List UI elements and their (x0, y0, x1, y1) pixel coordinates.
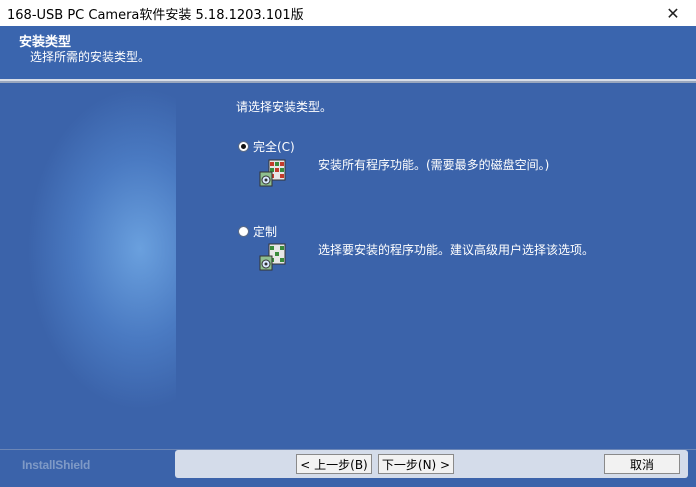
installshield-logo: InstallShield (22, 458, 91, 472)
page-header: 安装类型 选择所需的安装类型。 (0, 26, 696, 83)
option-complete[interactable]: 完全(C) (238, 138, 295, 155)
installer-window: 168-USB PC Camera软件安装 5.18.1203.101版 ✕ 安… (0, 0, 696, 487)
footer-bar: InstallShield < 上一步(B) 下一步(N) > 取消 (0, 442, 696, 487)
close-icon: ✕ (666, 3, 680, 23)
close-button[interactable]: ✕ (650, 0, 696, 26)
cancel-button[interactable]: 取消 (604, 454, 680, 474)
option-custom-description: 选择要安装的程序功能。建议高级用户选择该选项。 (318, 243, 595, 257)
radio-complete[interactable] (238, 141, 249, 152)
page-subtitle: 选择所需的安装类型。 (30, 50, 151, 64)
back-button[interactable]: < 上一步(B) (296, 454, 372, 474)
option-complete-label: 完全(C) (253, 140, 295, 154)
setup-type-prompt: 请选择安装类型。 (236, 100, 333, 114)
decorative-glow (0, 84, 176, 442)
window-title: 168-USB PC Camera软件安装 5.18.1203.101版 (7, 8, 304, 23)
option-custom-label: 定制 (253, 225, 278, 239)
option-custom[interactable]: 定制 (238, 223, 277, 240)
option-complete-description: 安装所有程序功能。(需要最多的磁盘空间。) (318, 158, 550, 172)
package-icon (259, 243, 286, 271)
next-button[interactable]: 下一步(N) > (378, 454, 454, 474)
title-bar: 168-USB PC Camera软件安装 5.18.1203.101版 ✕ (0, 0, 696, 27)
package-icon (259, 159, 286, 187)
radio-custom[interactable] (238, 226, 249, 237)
main-panel: 请选择安装类型。 完全(C) 安装所有程序功能。(需要最多的磁盘空间。) 定制 (0, 84, 696, 442)
